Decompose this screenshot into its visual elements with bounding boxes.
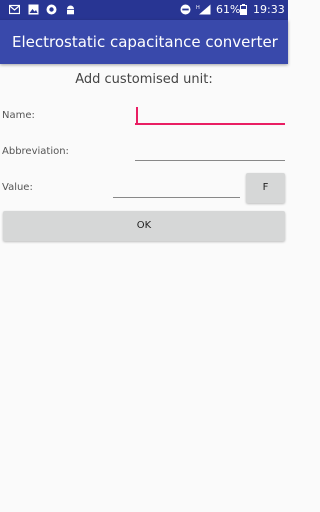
do-not-disturb-icon (180, 4, 191, 15)
value-input[interactable] (113, 178, 240, 198)
signal-icon: H (196, 4, 211, 15)
app-bar: Electrostatic capacitance converter (0, 20, 288, 64)
clock: 19:33 (253, 3, 285, 16)
svg-text:H: H (196, 5, 200, 11)
app-title: Electrostatic capacitance converter (12, 33, 278, 51)
status-bar: H 61% 19:33 (0, 0, 288, 20)
battery-icon (240, 4, 247, 15)
name-label: Name: (2, 110, 35, 121)
unit-button[interactable]: F (246, 173, 285, 203)
form-heading: Add customised unit: (75, 72, 213, 87)
name-input[interactable] (135, 105, 285, 125)
gmail-icon (9, 4, 20, 15)
android-icon (67, 5, 74, 15)
value-label: Value: (2, 182, 33, 193)
sync-circle-icon (46, 4, 57, 15)
ok-button[interactable]: OK (3, 211, 285, 241)
battery-percentage: 61% (216, 3, 241, 16)
abbreviation-input[interactable] (135, 141, 285, 161)
image-icon (28, 4, 39, 15)
abbreviation-label: Abbreviation: (2, 146, 69, 157)
text-cursor (136, 107, 138, 123)
